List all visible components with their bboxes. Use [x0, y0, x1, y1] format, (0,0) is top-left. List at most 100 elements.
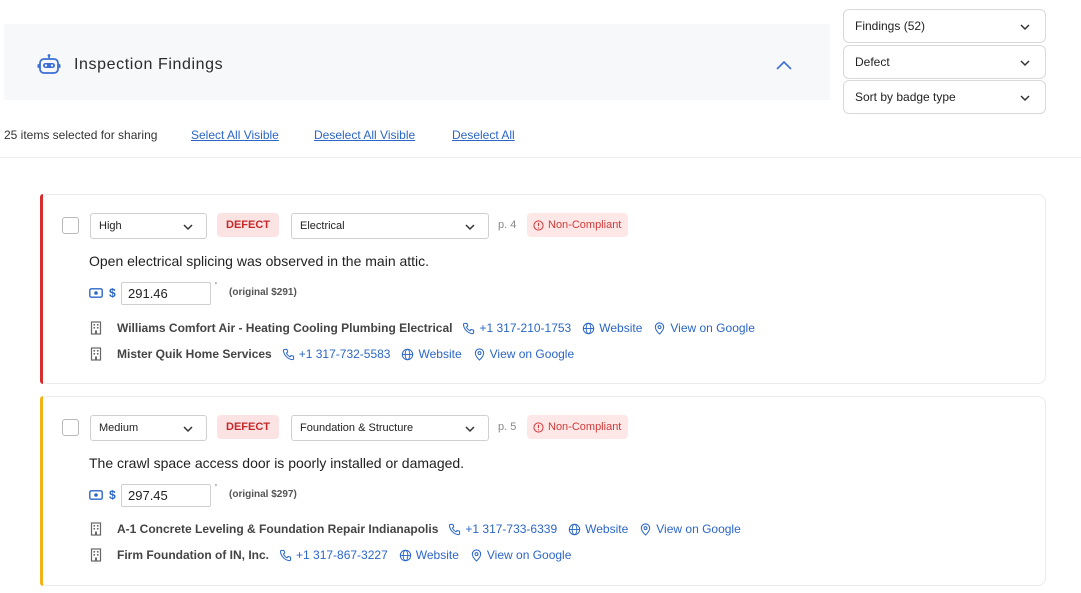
phone-number: +1 317-867-3227 [296, 548, 388, 562]
badge-type-label: Defect [855, 55, 890, 69]
finding-description: Open electrical splicing was observed in… [89, 253, 430, 269]
website-label: Website [599, 321, 643, 335]
phone-number: +1 317-733-6339 [465, 522, 558, 536]
severity-value: Medium [99, 422, 139, 434]
price-tick: ' [215, 281, 217, 292]
globe-icon [583, 322, 595, 334]
chevron-down-icon [183, 426, 193, 433]
building-icon [90, 522, 102, 536]
phone-link[interactable]: +1 317-867-3227 [279, 548, 388, 562]
map-pin-icon [641, 522, 651, 536]
chevron-up-icon[interactable] [772, 56, 796, 74]
cash-icon [89, 288, 103, 298]
sharing-bar: 25 items selected for sharing Select All… [0, 118, 1081, 158]
building-icon [90, 347, 102, 361]
alert-circle-icon [533, 219, 544, 231]
website-label: Website [418, 347, 462, 361]
severity-select[interactable]: High [90, 213, 207, 239]
globe-icon [402, 348, 414, 360]
contractor-name: Firm Foundation of IN, Inc. [117, 548, 269, 562]
website-link[interactable]: Website [401, 347, 462, 361]
badge-type-dropdown[interactable]: Defect [843, 45, 1046, 79]
deselect-all-link[interactable]: Deselect All [452, 128, 515, 142]
finding-card: Medium DEFECT Foundation & Structure p. … [40, 396, 1046, 586]
website-link[interactable]: Website [399, 548, 459, 562]
map-pin-icon [655, 321, 665, 335]
google-label: View on Google [656, 522, 741, 536]
defect-badge: DEFECT [217, 213, 279, 237]
phone-link[interactable]: +1 317-210-1753 [462, 321, 571, 335]
google-maps-link[interactable]: View on Google [470, 548, 572, 562]
map-pin-icon [471, 548, 482, 562]
phone-icon [282, 348, 294, 360]
phone-icon [449, 523, 461, 535]
original-price: (original $291) [229, 287, 297, 298]
website-link[interactable]: Website [568, 522, 628, 536]
phone-number: +1 317-210-1753 [479, 321, 572, 335]
compliance-label: Non-Compliant [548, 421, 622, 433]
building-icon [90, 548, 102, 562]
severity-value: High [99, 220, 122, 232]
google-maps-link[interactable]: View on Google [473, 347, 575, 361]
price-input[interactable]: 297.45 [121, 484, 211, 507]
globe-icon [399, 549, 411, 561]
category-select[interactable]: Electrical [291, 213, 489, 239]
price-input[interactable]: 291.46 [121, 282, 211, 305]
google-maps-link[interactable]: View on Google [639, 522, 741, 536]
severity-accent-bar [40, 396, 43, 586]
category-select[interactable]: Foundation & Structure [291, 415, 489, 441]
selected-count: 25 items selected for sharing [4, 128, 158, 142]
google-label: View on Google [670, 321, 755, 335]
phone-number: +1 317-732-5583 [298, 347, 391, 361]
google-label: View on Google [486, 548, 572, 562]
chevron-down-icon [465, 426, 475, 433]
phone-icon [279, 549, 292, 561]
contractor-row: Williams Comfort Air - Heating Cooling P… [89, 319, 766, 337]
chevron-down-icon [1020, 95, 1030, 102]
severity-select[interactable]: Medium [90, 415, 207, 441]
original-price: (original $297) [229, 489, 297, 500]
compliance-label: Non-Compliant [548, 219, 622, 231]
chevron-down-icon [465, 224, 475, 231]
category-value: Electrical [300, 220, 345, 232]
finding-description: The crawl space access door is poorly in… [89, 455, 465, 471]
compliance-badge: Non-Compliant [527, 213, 629, 237]
deselect-all-visible-link[interactable]: Deselect All Visible [314, 128, 415, 142]
phone-icon [463, 322, 475, 334]
website-label: Website [415, 548, 459, 562]
google-label: View on Google [489, 347, 575, 361]
sort-label: Sort by badge type [855, 90, 956, 104]
google-maps-link[interactable]: View on Google [653, 321, 755, 335]
contractor-name: Mister Quik Home Services [117, 347, 272, 361]
website-label: Website [585, 522, 629, 536]
contractor-name: Williams Comfort Air - Heating Cooling P… [117, 321, 453, 335]
globe-icon [568, 523, 581, 535]
contractor-row: Firm Foundation of IN, Inc. +1 317-867-3… [89, 546, 582, 564]
category-value: Foundation & Structure [300, 422, 414, 434]
contractor-row: A-1 Concrete Leveling & Foundation Repai… [89, 520, 752, 538]
sort-dropdown[interactable]: Sort by badge type [843, 80, 1046, 114]
phone-link[interactable]: +1 317-732-5583 [282, 347, 391, 361]
severity-accent-bar [40, 194, 43, 384]
cash-icon [89, 490, 103, 500]
share-checkbox[interactable] [62, 419, 79, 436]
currency-symbol: $ [109, 488, 116, 502]
page-reference[interactable]: p. 5 [498, 421, 516, 433]
map-pin-icon [474, 347, 484, 361]
chevron-down-icon [1020, 24, 1030, 31]
currency-symbol: $ [109, 286, 116, 300]
alert-circle-icon [533, 421, 544, 433]
page-title: Inspection Findings [74, 56, 224, 73]
phone-link[interactable]: +1 317-733-6339 [448, 522, 557, 536]
building-icon [90, 321, 102, 335]
contractor-row: Mister Quik Home Services +1 317-732-558… [89, 345, 585, 363]
page-reference[interactable]: p. 4 [498, 219, 516, 231]
defect-badge: DEFECT [217, 415, 279, 439]
website-link[interactable]: Website [582, 321, 642, 335]
finding-card: High DEFECT Electrical p. 4 Non-Complian… [40, 194, 1046, 384]
findings-filter-dropdown[interactable]: Findings (52) [843, 9, 1046, 43]
select-all-visible-link[interactable]: Select All Visible [191, 128, 279, 142]
share-checkbox[interactable] [62, 217, 79, 234]
robot-icon [37, 54, 61, 74]
contractor-name: A-1 Concrete Leveling & Foundation Repai… [117, 522, 439, 536]
